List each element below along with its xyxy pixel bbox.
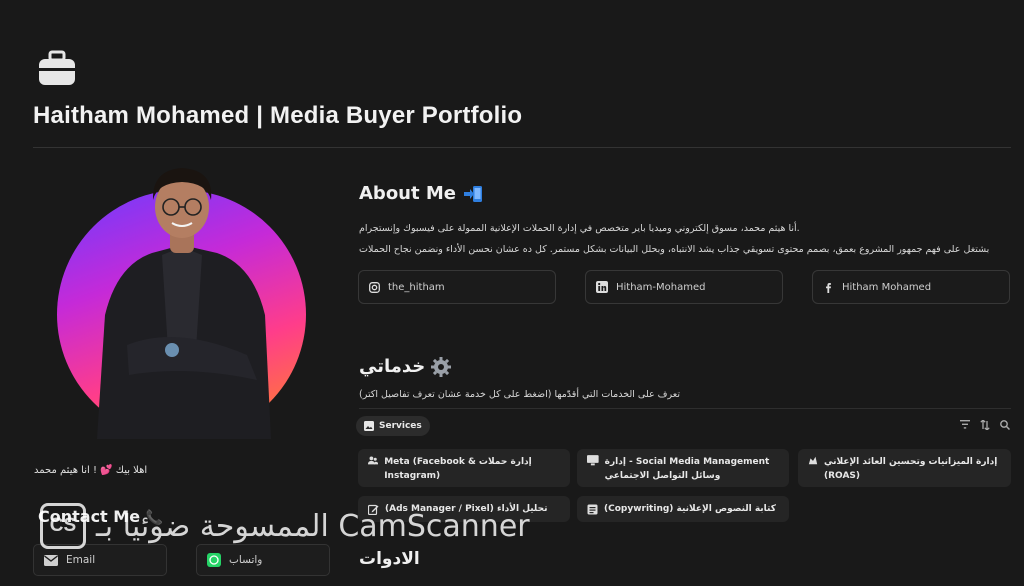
mail-icon — [44, 554, 58, 566]
linkedin-link[interactable]: Hitham-Mohamed — [585, 270, 783, 304]
budget-icon — [808, 456, 818, 465]
about-title-text: About Me — [359, 183, 456, 204]
service-card[interactable]: Social Media Management - إدارة وسائل ال… — [577, 449, 789, 487]
greeting-text: اهلا بيك 💕 ! انا هيثم محمد — [34, 465, 148, 476]
tools-title: الادوات — [359, 549, 420, 569]
service-card-label: تحليل الأداء (Ads Manager / Pixel) — [385, 504, 548, 514]
image-icon — [364, 421, 374, 431]
email-button[interactable]: Email — [33, 544, 167, 576]
facebook-icon — [826, 282, 831, 293]
about-title: About Me — [359, 183, 482, 204]
gear-icon — [431, 356, 452, 377]
search-icon[interactable] — [1000, 420, 1010, 430]
arrow-into-phone-icon — [464, 185, 482, 202]
service-card[interactable]: تحليل الأداء (Ads Manager / Pixel) — [358, 496, 570, 522]
email-label: Email — [66, 554, 96, 566]
whatsapp-button[interactable]: واتساب — [196, 544, 330, 576]
services-title-text: خدماتي — [359, 356, 426, 377]
contact-title: Contact Me 📞 — [38, 507, 163, 526]
service-card-label: إدارة حملات Meta (Facebook & Instagram) — [384, 457, 532, 481]
title-divider — [33, 147, 1011, 148]
people-icon — [368, 456, 379, 465]
database-toolbar — [960, 420, 1010, 430]
avatar — [57, 165, 307, 439]
service-card-label: كتابة النصوص الإعلانية (Copywriting) — [604, 504, 776, 514]
facebook-label: Hitham Mohamed — [842, 281, 932, 293]
linkedin-label: Hitham-Mohamed — [616, 281, 706, 293]
services-subtitle: تعرف على الخدمات التي أقدّمها (اضغط على … — [359, 389, 680, 400]
phone-icon: 📞 — [145, 510, 164, 526]
instagram-label: the_hitham — [388, 281, 445, 293]
instagram-icon — [369, 281, 380, 293]
services-title: خدماتي — [359, 356, 452, 377]
service-card[interactable]: إدارة حملات Meta (Facebook & Instagram) — [358, 449, 570, 487]
facebook-link[interactable]: Hitham Mohamed — [812, 270, 1010, 304]
tab-services-label: Services — [379, 421, 422, 431]
service-card-label: إدارة الميزانيات وتحسين العائد الإعلاني … — [824, 457, 998, 481]
page-title: Haitham Mohamed | Media Buyer Portfolio — [33, 102, 523, 129]
about-line-1: .أنا هيثم محمد، مسوق إلكتروني وميديا باي… — [359, 223, 800, 234]
service-card[interactable]: إدارة الميزانيات وتحسين العائد الإعلاني … — [798, 449, 1011, 487]
service-card-label: Social Media Management - إدارة وسائل ال… — [604, 457, 770, 481]
linkedin-icon — [596, 281, 608, 293]
person-photo — [97, 168, 271, 439]
instagram-link[interactable]: the_hitham — [358, 270, 556, 304]
monitor-icon — [587, 455, 599, 466]
contact-title-text: Contact Me — [38, 507, 141, 526]
service-card[interactable]: كتابة النصوص الإعلانية (Copywriting) — [577, 496, 789, 522]
briefcase-icon — [38, 50, 76, 86]
services-divider — [359, 408, 1011, 409]
whatsapp-icon — [207, 553, 221, 567]
pencil-icon — [368, 504, 379, 515]
document-icon — [587, 504, 598, 514]
filter-icon[interactable] — [960, 420, 970, 429]
whatsapp-label: واتساب — [229, 554, 263, 566]
tab-services[interactable]: Services — [356, 416, 430, 436]
sort-icon[interactable] — [980, 420, 990, 430]
about-line-2: بشتغل على فهم جمهور المشروع بعمق، بصمم م… — [359, 244, 990, 255]
